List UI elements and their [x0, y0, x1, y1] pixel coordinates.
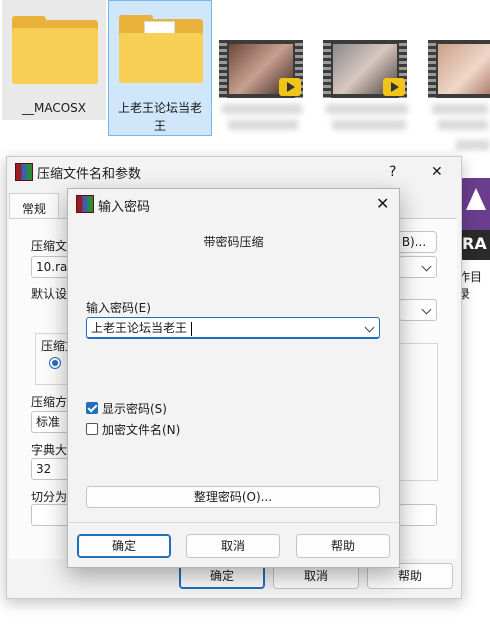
tab-general[interactable]: 常规: [9, 193, 59, 219]
winrar-app-icon[interactable]: RA: [458, 178, 490, 260]
password-value: 上老王论坛当老王: [91, 321, 188, 335]
dictionary-value: 32: [36, 462, 52, 476]
folder-label: 上老王论坛当老王: [117, 101, 202, 133]
dictionary-label: 字典大: [31, 443, 68, 457]
method-label: 压缩方: [31, 395, 68, 409]
help-label: 帮助: [330, 539, 355, 553]
obscured-label: [432, 104, 488, 114]
cancel-label: 取消: [220, 539, 245, 553]
format-radio[interactable]: [49, 357, 61, 369]
obscured-label: [326, 104, 408, 114]
folder-item-selected[interactable]: 上老王论坛当老王: [108, 0, 212, 136]
default-profile-label: 默认设: [31, 287, 68, 301]
password-label: 输入密码(E): [86, 301, 151, 315]
method-dropdown[interactable]: 标准: [31, 411, 71, 433]
folder-icon: [12, 16, 98, 84]
tab-label: 常规: [22, 202, 47, 216]
play-badge-icon: [383, 78, 405, 96]
obscured-label: [456, 140, 490, 150]
ok-button[interactable]: 确定: [77, 534, 171, 558]
split-dropdown[interactable]: [399, 504, 437, 526]
obscured-label: [438, 120, 488, 130]
divider: [68, 522, 399, 523]
browse-label: B)...: [401, 235, 427, 249]
split-field[interactable]: [31, 504, 71, 526]
video-thumbnail[interactable]: [323, 40, 407, 98]
password-input[interactable]: 上老王论坛当老王: [86, 317, 380, 339]
chevron-down-icon[interactable]: [364, 322, 375, 333]
profile-dropdown[interactable]: [399, 299, 437, 321]
ok-label: 确定: [209, 569, 234, 583]
video-thumbnail[interactable]: [219, 40, 303, 98]
encrypt-filenames-checkbox[interactable]: [86, 423, 98, 435]
folder-label: __MACOSX: [21, 101, 86, 115]
split-label: 切分为: [31, 490, 68, 504]
archive-name-field[interactable]: 10.rar: [31, 256, 72, 278]
password-dialog: 输入密码 ✕ 带密码压缩 输入密码(E) 上老王论坛当老王 显示密码(S) 加密…: [67, 188, 400, 568]
show-password-label[interactable]: 显示密码(S): [102, 400, 167, 417]
organize-label: 整理密码(O)...: [193, 490, 273, 504]
dialog-title: 压缩文件名和参数: [37, 167, 142, 182]
archive-name-label: 压缩文: [31, 239, 68, 253]
help-button[interactable]: 帮助: [296, 534, 390, 558]
video-thumbnail[interactable]: [428, 40, 490, 98]
help-button[interactable]: ?: [389, 164, 396, 180]
help-label: 帮助: [397, 569, 422, 583]
obscured-label: [222, 104, 302, 114]
dialog-title: 输入密码: [98, 200, 151, 215]
folder-with-file-icon: [119, 15, 203, 83]
app-icon-text: RA: [462, 234, 487, 253]
obscured-label: [228, 120, 298, 130]
dialog-heading: 带密码压缩: [203, 235, 264, 249]
archive-name-dropdown[interactable]: [399, 256, 437, 278]
obscured-label: [332, 120, 406, 130]
organize-passwords-button[interactable]: 整理密码(O)...: [86, 486, 380, 508]
folder-item-macosx[interactable]: __MACOSX: [2, 0, 106, 120]
encrypt-filenames-label[interactable]: 加密文件名(N): [102, 421, 180, 438]
winrar-icon: [15, 163, 33, 181]
cancel-label: 取消: [303, 569, 328, 583]
options-group: [399, 343, 438, 481]
ok-label: 确定: [111, 539, 136, 553]
winrar-icon: [76, 195, 94, 213]
close-icon[interactable]: ✕: [431, 164, 443, 180]
play-badge-icon: [279, 78, 301, 96]
app-label: 作目录: [458, 270, 483, 301]
show-password-checkbox[interactable]: [86, 402, 98, 414]
dictionary-dropdown[interactable]: 32: [31, 458, 71, 480]
cancel-button[interactable]: 取消: [186, 534, 280, 558]
method-value: 标准: [36, 415, 61, 429]
close-icon[interactable]: ✕: [376, 196, 389, 212]
